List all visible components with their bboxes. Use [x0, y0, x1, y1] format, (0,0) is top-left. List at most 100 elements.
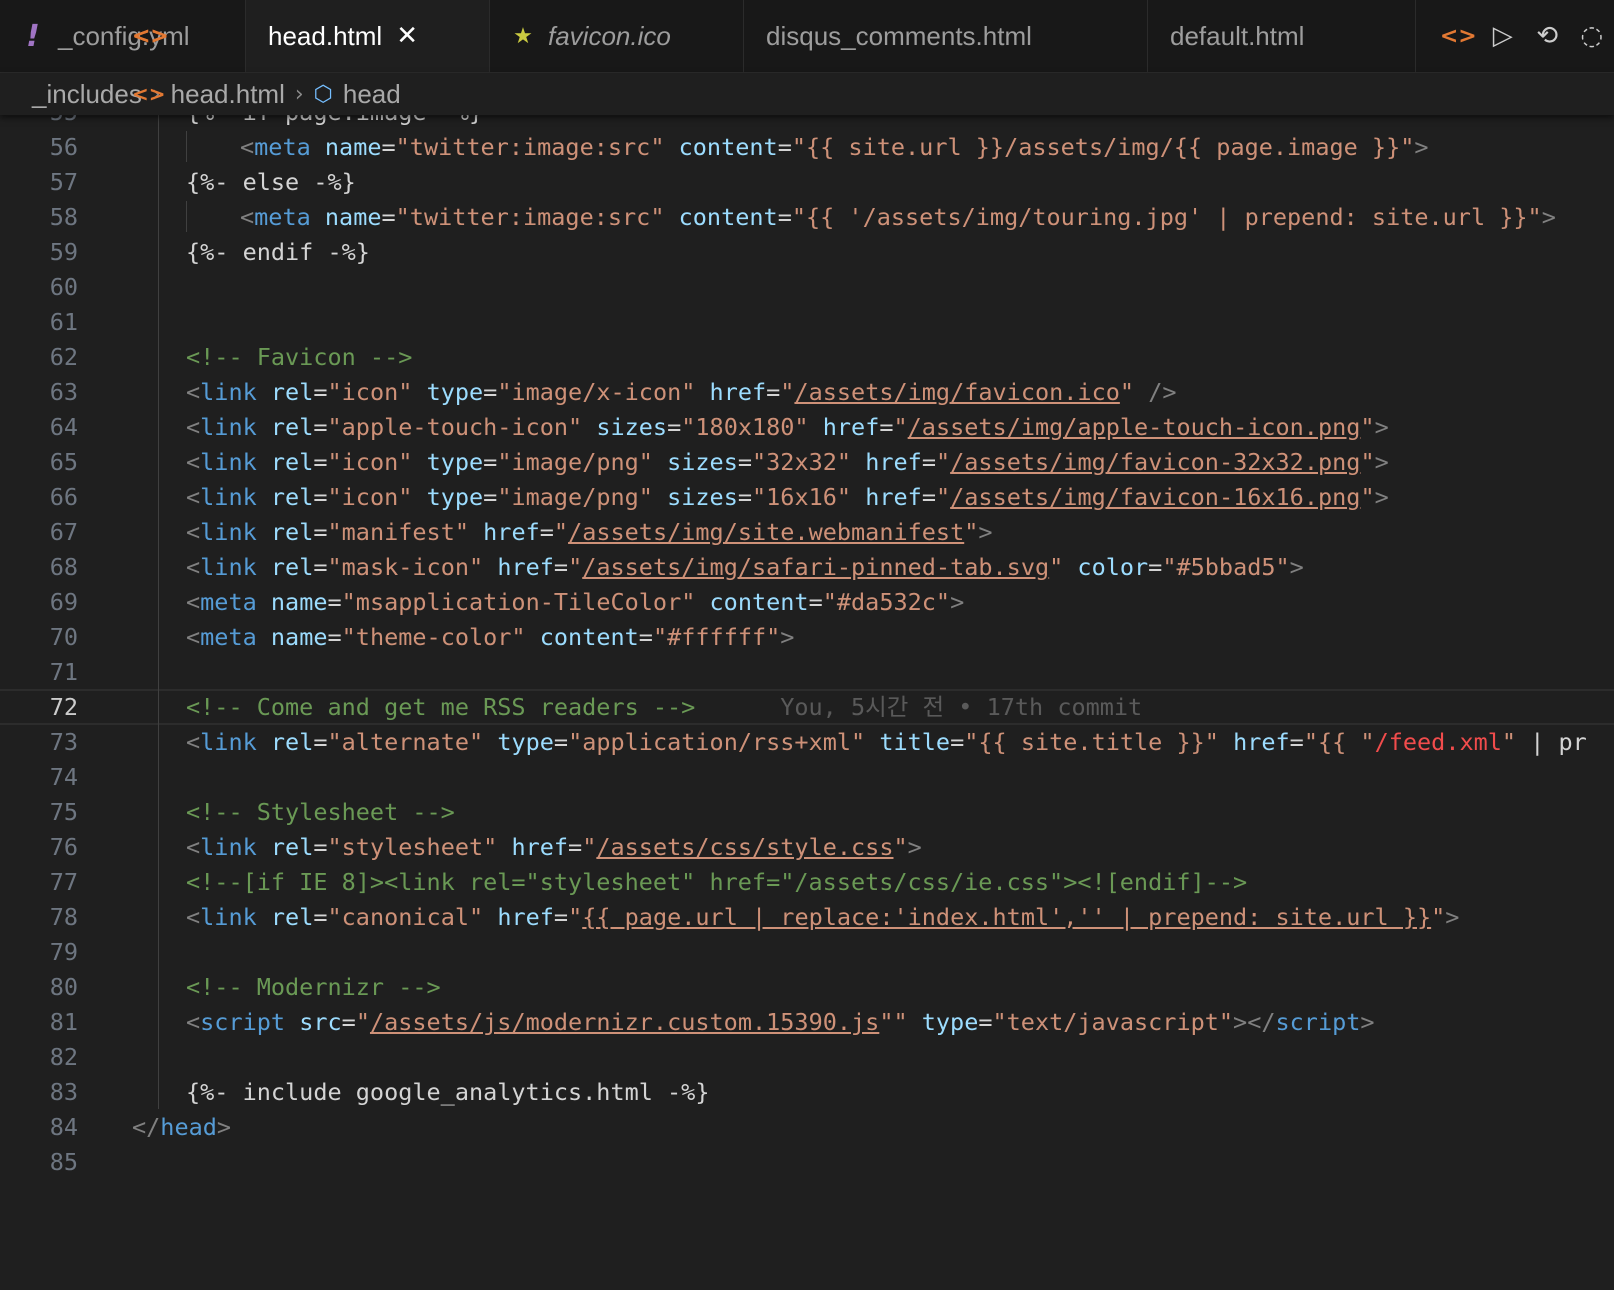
- tab-favicon-ico[interactable]: ★ favicon.ico: [490, 0, 744, 72]
- code-token: href: [865, 483, 922, 511]
- code-token: =: [341, 1008, 356, 1036]
- code-token: "{{ ": [1303, 728, 1375, 756]
- code-token: "application/rss+xml": [568, 728, 866, 756]
- code-token: {%- else -%}: [186, 168, 356, 196]
- code-line[interactable]: 67 <link rel="manifest" href="/assets/img…: [0, 514, 1614, 550]
- code-line[interactable]: 61: [0, 304, 1614, 340]
- more-actions-icon[interactable]: ◌: [1570, 21, 1614, 51]
- code-token: link: [200, 833, 257, 861]
- code-token: </: [132, 1113, 161, 1141]
- go-back-icon[interactable]: ⟲: [1525, 21, 1570, 51]
- code-editor[interactable]: 55 {%- if page.image -%} 56 <meta name="twi…: [0, 106, 1614, 1290]
- line-number: 70: [49, 623, 78, 651]
- code-token: =: [327, 588, 342, 616]
- code-line[interactable]: 70 <meta name="theme-color" content="#fff…: [0, 619, 1614, 655]
- code-icon[interactable]: <>: [1436, 24, 1481, 49]
- code-token: =: [921, 448, 936, 476]
- code-line[interactable]: 75 <!-- Stylesheet -->: [0, 794, 1614, 830]
- code-token: "stylesheet": [327, 833, 498, 861]
- code-line[interactable]: 85: [0, 1144, 1614, 1180]
- line-number: 64: [49, 413, 78, 441]
- code-line[interactable]: 81 <script src="/assets/js/modernizr.cust…: [0, 1004, 1614, 1040]
- code-line[interactable]: 80 <!-- Modernizr -->: [0, 969, 1614, 1005]
- code-line[interactable]: 65 <link rel="icon" type="image/png" size…: [0, 444, 1614, 480]
- code-text: {%- include google_analytics.html -%}: [186, 1074, 709, 1110]
- code-token: >: [1374, 483, 1389, 511]
- tab-head-html[interactable]: <> head.html ✕: [132, 0, 490, 72]
- code-token: <: [186, 728, 201, 756]
- run-icon[interactable]: ▷: [1481, 21, 1526, 51]
- code-token: <!-- Stylesheet -->: [186, 798, 455, 826]
- code-token: ": [1501, 728, 1517, 756]
- code-token: <: [186, 518, 201, 546]
- code-line[interactable]: 83 {%- include google_analytics.html -%}: [0, 1074, 1614, 1110]
- code-line[interactable]: 62 <!-- Favicon -->: [0, 339, 1614, 375]
- indent-guide: [158, 106, 159, 1109]
- code-line[interactable]: 59 {%- endif -%}: [0, 234, 1614, 270]
- code-line[interactable]: 72 <!-- Come and get me RSS readers --> Y…: [0, 689, 1614, 725]
- line-number: 72: [49, 693, 78, 721]
- code-token: href: [483, 518, 540, 546]
- tab-config-yml[interactable]: ! _config.yml: [0, 0, 246, 72]
- breadcrumb: _includes › <> head.html › ⬡ head: [0, 73, 1614, 115]
- code-token: type: [426, 448, 484, 476]
- line-number: 71: [49, 658, 78, 686]
- code-line[interactable]: 66 <link rel="icon" type="image/png" size…: [0, 479, 1614, 515]
- code-token: ": [355, 1008, 370, 1036]
- code-line[interactable]: 77 <!--[if IE 8]><link rel="stylesheet" h…: [0, 864, 1614, 900]
- code-token: =: [737, 448, 753, 476]
- code-line[interactable]: 60: [0, 269, 1614, 305]
- code-text: <!-- Stylesheet -->: [186, 794, 455, 830]
- code-token: ": [780, 378, 795, 406]
- line-number: 57: [49, 168, 78, 196]
- code-line[interactable]: 63 <link rel="icon" type="image/x-icon" h…: [0, 374, 1614, 410]
- breadcrumb-symbol[interactable]: head: [343, 79, 401, 110]
- code-line[interactable]: 82: [0, 1039, 1614, 1075]
- breadcrumb-folder[interactable]: _includes: [32, 79, 142, 110]
- code-token: rel: [270, 728, 314, 756]
- close-icon[interactable]: ✕: [396, 21, 418, 51]
- code-token: =: [313, 903, 328, 931]
- breadcrumb-file[interactable]: head.html: [171, 79, 285, 110]
- code-token: "apple-touch-icon": [327, 413, 583, 441]
- code-line[interactable]: 73 <link rel="alternate" type="applicatio…: [0, 724, 1614, 760]
- code-token: ": [964, 518, 979, 546]
- code-line[interactable]: 56 <meta name="twitter:image:src" content…: [0, 129, 1614, 165]
- tab-default-html[interactable]: <> default.html: [132, 0, 1416, 72]
- code-line[interactable]: 64 <link rel="apple-touch-icon" sizes="18…: [0, 409, 1614, 445]
- code-token: =: [808, 588, 823, 616]
- line-number: 61: [49, 308, 78, 336]
- code-line[interactable]: 76 <link rel="stylesheet" href="/assets/c…: [0, 829, 1614, 865]
- code-token: >: [216, 1113, 232, 1141]
- editor-actions: <> ▷ ⟲ ◌: [1436, 0, 1614, 72]
- code-line[interactable]: 79: [0, 934, 1614, 970]
- code-line[interactable]: 69 <meta name="msapplication-TileColor" c…: [0, 584, 1614, 620]
- code-token: {%- include google_analytics.html -%}: [186, 1078, 710, 1106]
- code-token: rel: [270, 378, 314, 406]
- code-line[interactable]: 84 </head>: [0, 1109, 1614, 1145]
- code-line[interactable]: 71: [0, 654, 1614, 690]
- code-text: {%- endif -%}: [186, 234, 370, 270]
- code-token: =: [313, 728, 328, 756]
- code-text: <link rel="alternate" type="application/…: [186, 724, 1587, 760]
- code-line[interactable]: 68 <link rel="mask-icon" href="/assets/im…: [0, 549, 1614, 585]
- code-line[interactable]: 78 <link rel="canonical" href="{{ page.ur…: [0, 899, 1614, 935]
- code-line[interactable]: 57 {%- else -%}: [0, 164, 1614, 200]
- tab-disqus-comments-html[interactable]: <> disqus_comments.html: [132, 0, 1148, 72]
- code-token: <: [240, 203, 255, 231]
- code-token: =: [483, 378, 498, 406]
- code-line[interactable]: 58 <meta name="twitter:image:src" content…: [0, 199, 1614, 235]
- code-token: "{{ site.url }}/assets/img/{{ page.image…: [791, 133, 1415, 161]
- code-line[interactable]: 74: [0, 759, 1614, 795]
- code-token: <: [186, 903, 201, 931]
- code-token: "mask-icon": [327, 553, 484, 581]
- code-token: >: [1374, 413, 1389, 441]
- git-blame-annotation: You, 5시간 전 • 17th commit: [695, 693, 1143, 721]
